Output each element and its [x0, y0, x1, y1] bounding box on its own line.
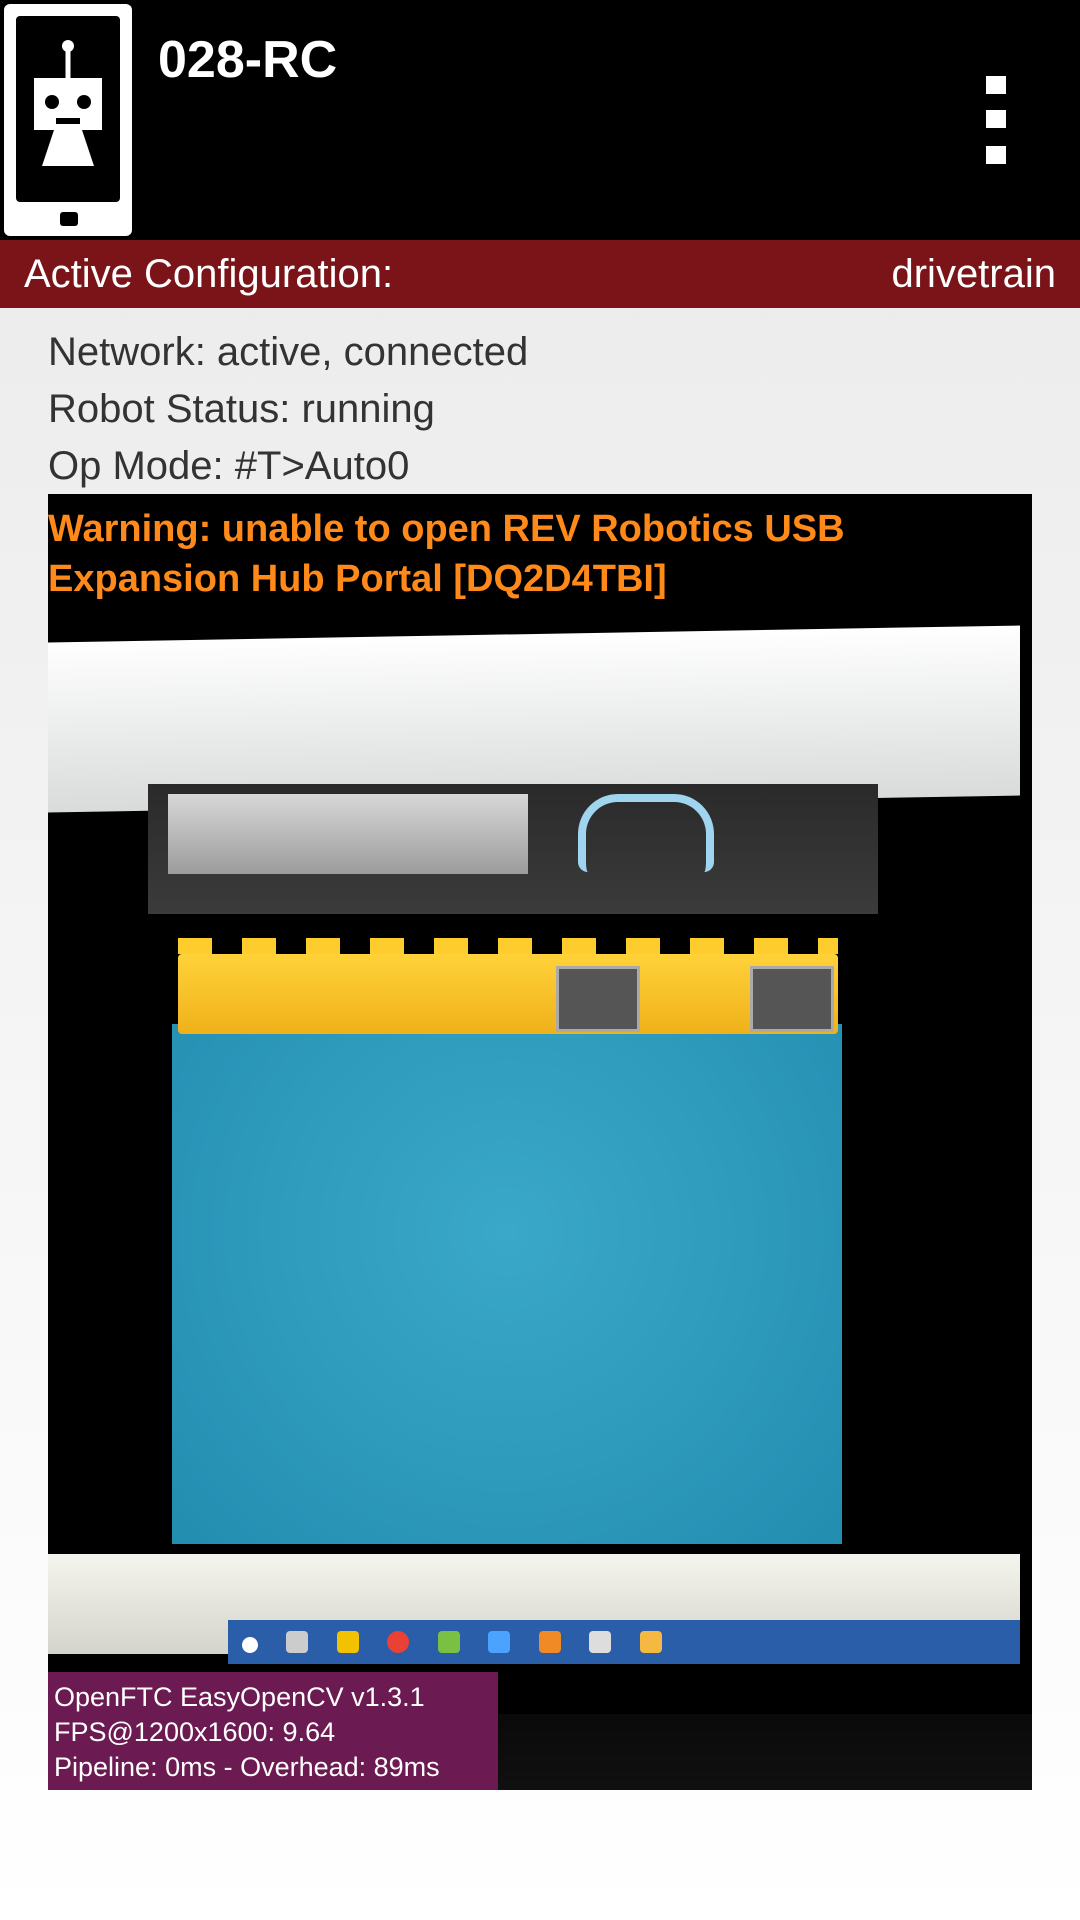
robot-phone-icon [4, 4, 132, 236]
skystone-marker [750, 966, 834, 1032]
camera-shelf [168, 794, 528, 874]
active-configuration-bar: Active Configuration: drivetrain [0, 240, 1080, 308]
overlay-pipeline: Pipeline: 0ms - Overhead: 89ms [54, 1752, 440, 1782]
overlay-fps: FPS@1200x1600: 9.64 [54, 1717, 336, 1747]
yellow-stone-row [178, 938, 838, 1034]
app-bar: 028-RC [0, 0, 1080, 240]
home-button-glyph [60, 212, 78, 226]
taskbar-notes-icon [437, 1631, 460, 1653]
blue-field-mat [172, 1024, 842, 1544]
network-status: Network: active, connected [48, 330, 529, 374]
taskbar-blender-icon [538, 1631, 561, 1653]
overflow-menu-icon[interactable] [974, 72, 1014, 168]
robot-status: Robot Status: running [48, 387, 435, 431]
hub-warning-text: Warning: unable to open REV Robotics USB… [48, 508, 845, 600]
taskbar-store-icon [336, 1631, 359, 1653]
skystone-marker [556, 966, 640, 1032]
taskbar-view-icon [286, 1631, 309, 1653]
taskbar-active-app-icon [639, 1631, 662, 1653]
app-title: 028-RC [158, 31, 338, 89]
config-label: Active Configuration: [24, 252, 394, 296]
icon-screen [16, 16, 120, 202]
taskbar-files-icon [488, 1631, 511, 1653]
overlay-version: OpenFTC EasyOpenCV v1.3.1 [54, 1682, 425, 1712]
camera-preview: Warning: unable to open REV Robotics USB… [48, 494, 1032, 1790]
monitor-taskbar [228, 1620, 1020, 1664]
op-mode-status: Op Mode: #T>Auto0 [48, 444, 410, 488]
taskbar-chrome-icon [387, 1631, 410, 1653]
robot-glyph [34, 40, 102, 166]
config-value: drivetrain [891, 252, 1056, 296]
camera-chair [578, 794, 714, 872]
easyopencv-stats-overlay: OpenFTC EasyOpenCV v1.3.1 FPS@1200x1600:… [48, 1672, 498, 1790]
taskbar-app-icon [589, 1631, 612, 1653]
taskbar-search-icon [242, 1637, 258, 1653]
